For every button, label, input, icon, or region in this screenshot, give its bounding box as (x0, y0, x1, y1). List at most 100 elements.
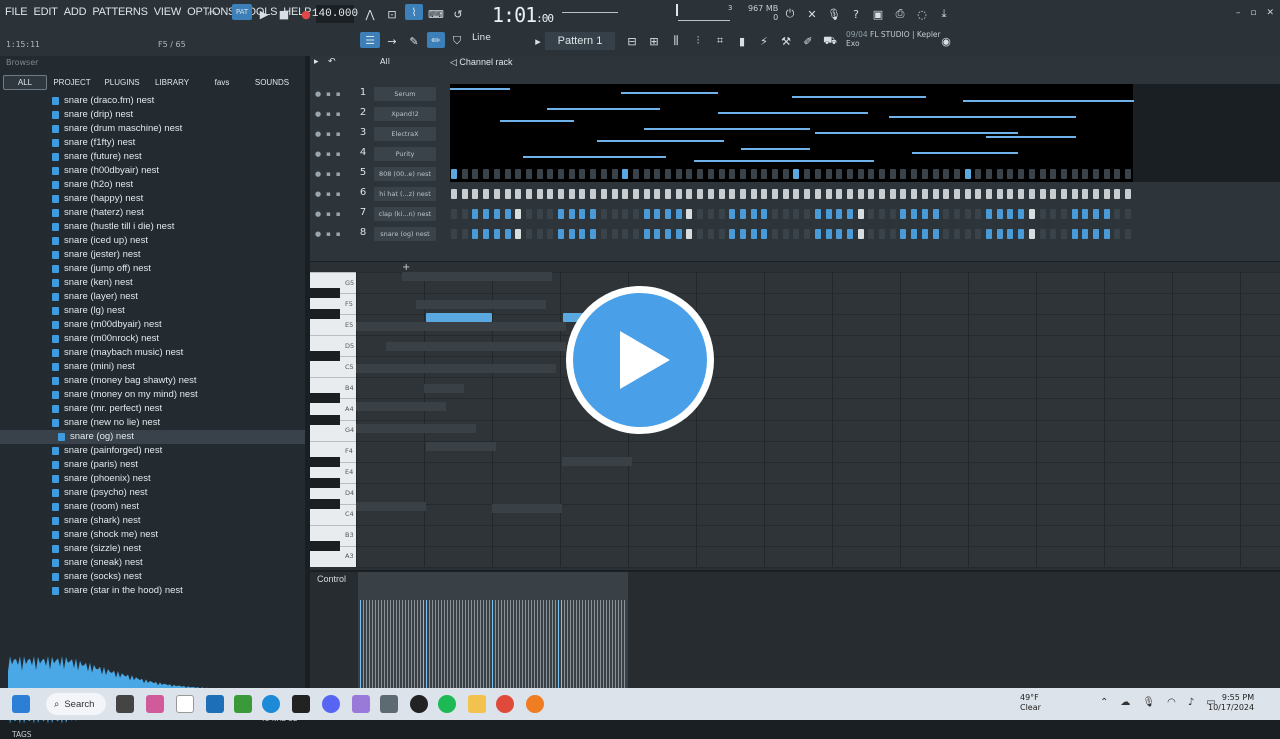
velocity-bar[interactable] (618, 600, 619, 688)
step-button[interactable] (686, 189, 693, 199)
step-button[interactable] (451, 169, 457, 179)
step-button[interactable] (739, 169, 746, 179)
channel-controls[interactable]: ●▪▪ (315, 110, 346, 118)
step-button[interactable] (964, 169, 971, 179)
step-button[interactable] (1018, 169, 1025, 179)
browser-item[interactable]: snare (lg) nest (0, 304, 305, 318)
step-button[interactable] (804, 209, 811, 219)
step-button[interactable] (697, 209, 704, 219)
velocity-bar[interactable] (594, 600, 595, 688)
mic-icon[interactable]: 🎙 (826, 6, 842, 22)
step-button[interactable] (525, 169, 532, 179)
velocity-bar[interactable] (546, 600, 547, 688)
black-key[interactable] (310, 540, 340, 551)
step-button[interactable] (782, 209, 789, 219)
velocity-bar[interactable] (447, 600, 448, 688)
step-button[interactable] (1082, 229, 1089, 239)
velocity-bar[interactable] (504, 600, 505, 688)
step-button[interactable] (975, 169, 982, 179)
undo-icon[interactable]: ↶ (328, 57, 336, 67)
step-button[interactable] (1050, 169, 1057, 179)
velocity-bar[interactable] (456, 600, 457, 688)
menu-view[interactable]: VIEW (153, 6, 182, 18)
step-button[interactable] (579, 209, 586, 219)
step-button[interactable] (622, 229, 629, 239)
step-button[interactable] (515, 209, 522, 219)
velocity-bar[interactable] (612, 600, 613, 688)
browser-item[interactable]: snare (phoenix) nest (0, 472, 305, 486)
step-button[interactable] (964, 229, 971, 239)
black-key[interactable] (310, 498, 340, 509)
tab-favs[interactable]: favs (197, 78, 247, 87)
velocity-bar[interactable] (579, 600, 580, 688)
velocity-bar[interactable] (501, 600, 502, 688)
channel-row[interactable]: ●▪▪ 8 snare (og) nest (310, 224, 1280, 244)
velocity-bar[interactable] (417, 600, 418, 688)
pattern-selector[interactable]: Pattern 1 (545, 32, 615, 50)
step-button[interactable] (547, 229, 554, 239)
step-button[interactable] (996, 189, 1003, 199)
velocity-bar[interactable] (468, 600, 469, 688)
step-button[interactable] (686, 209, 693, 219)
velocity-bar[interactable] (420, 600, 421, 688)
step-button[interactable] (504, 169, 511, 179)
step-button[interactable] (889, 229, 896, 239)
step-button[interactable] (868, 169, 875, 179)
cloud-icon[interactable]: ☁ (1120, 697, 1130, 708)
step-button[interactable] (1114, 189, 1121, 199)
velocity-bar[interactable] (567, 600, 568, 688)
channel-controls[interactable]: ●▪▪ (315, 190, 346, 198)
step-button[interactable] (793, 229, 800, 239)
step-button[interactable] (1071, 169, 1078, 179)
velocity-bar[interactable] (624, 600, 625, 688)
step-button[interactable] (857, 209, 864, 219)
velocity-bar[interactable] (483, 600, 484, 688)
power-icon[interactable]: ⏻ (782, 6, 798, 22)
step-button[interactable] (772, 189, 778, 199)
step-button[interactable] (611, 229, 618, 239)
channel-controls[interactable]: ●▪▪ (315, 150, 346, 158)
step-button[interactable] (493, 189, 500, 199)
channel-row[interactable]: ●▪▪ 5 808 (00..e) nest (310, 164, 1280, 184)
velocity-bar[interactable] (525, 600, 526, 688)
channel-controls[interactable]: ●▪▪ (315, 90, 346, 98)
terminal-icon[interactable] (292, 695, 310, 713)
velocity-bar[interactable] (396, 600, 397, 688)
step-button[interactable] (739, 189, 746, 199)
piano-roll-icon[interactable]: ⫼ (668, 33, 684, 49)
step-button[interactable] (622, 189, 629, 199)
step-button[interactable] (1007, 189, 1014, 199)
velocity-bar[interactable] (411, 600, 412, 688)
velocity-bar[interactable] (561, 600, 562, 688)
step-button[interactable] (1082, 189, 1089, 199)
clock[interactable]: 9:55 PM 10/17/2024 (1208, 693, 1254, 713)
volume-icon[interactable]: ♪ (1188, 697, 1194, 708)
copilot-icon[interactable] (146, 695, 164, 713)
step-button[interactable] (836, 189, 843, 199)
channel-row[interactable]: ●▪▪ 2 Xpand!2 (310, 104, 1280, 124)
velocity-bar[interactable] (405, 600, 406, 688)
tab-library[interactable]: LIBRARY (147, 78, 197, 87)
velocity-bar[interactable] (402, 600, 403, 688)
step-edit-icon[interactable]: ⋀ (362, 6, 378, 22)
step-button[interactable] (654, 189, 661, 199)
velocity-bar[interactable] (549, 600, 550, 688)
browser-item[interactable]: snare (h2o) nest (0, 178, 305, 192)
step-button[interactable] (943, 229, 950, 239)
step-button[interactable] (750, 209, 757, 219)
browser-item[interactable]: snare (mr. perfect) nest (0, 402, 305, 416)
velocity-bar[interactable] (534, 600, 535, 688)
pattern-song-toggle[interactable]: PAT (232, 4, 252, 20)
step-button[interactable] (729, 189, 736, 199)
step-button[interactable] (568, 209, 575, 219)
channel-row[interactable]: ●▪▪ 7 clap (ki...n) nest (310, 204, 1280, 224)
step-button[interactable] (953, 189, 960, 199)
step-button[interactable] (911, 209, 918, 219)
velocity-bar[interactable] (615, 600, 616, 688)
browser-item[interactable]: snare (iced up) nest (0, 234, 305, 248)
fl-studio-icon[interactable] (526, 695, 544, 713)
step-button[interactable] (1018, 209, 1025, 219)
step-button[interactable] (632, 169, 639, 179)
note[interactable] (426, 313, 492, 322)
velocity-bar[interactable] (573, 600, 574, 688)
